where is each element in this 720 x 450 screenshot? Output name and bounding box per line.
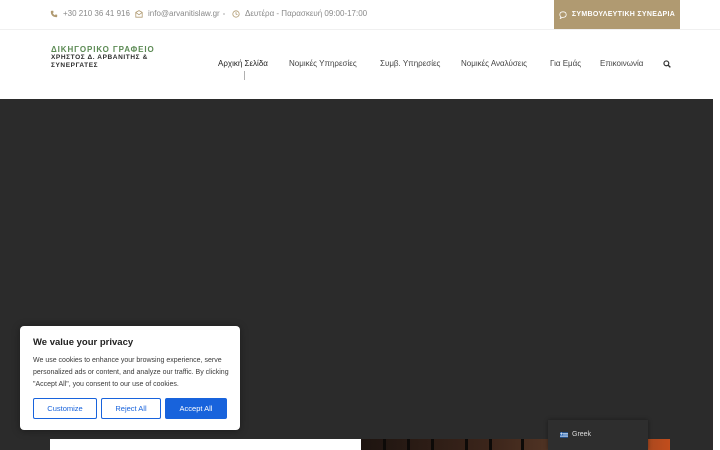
customize-button[interactable]: Customize <box>33 398 97 419</box>
top-info-bar: +30 210 36 41 916 info@arvanitislaw.gr Δ… <box>0 0 720 29</box>
office-hours: Δευτέρα - Παρασκευή 09:00-17:00 <box>232 9 367 18</box>
nav-consulting-services[interactable]: Συμβ. Υπηρεσίες <box>380 59 440 68</box>
chat-bubble-icon <box>559 10 567 19</box>
consultation-button-label: ΣΥΜΒΟΥΛΕΥΤΙΚΗ ΣΥΝΕΔΡΙΑ <box>571 11 676 18</box>
logo-title: ΔΙΚΗΓΟΡΙΚΟ ΓΡΑΦΕΙΟ <box>51 45 155 54</box>
nav-legal-services[interactable]: Νομικές Υπηρεσίες <box>289 59 357 68</box>
email-address: info@arvanitislaw.gr <box>148 9 220 18</box>
content-card <box>50 439 361 450</box>
reject-all-button[interactable]: Reject All <box>101 398 161 419</box>
clock-icon <box>232 9 240 18</box>
site-logo[interactable]: ΔΙΚΗΓΟΡΙΚΟ ΓΡΑΦΕΙΟ ΧΡΗΣΤΟΣ Δ. ΑΡΒΑΝΙΤΗΣ … <box>51 45 161 70</box>
logo-subtitle: ΧΡΗΣΤΟΣ Δ. ΑΡΒΑΝΙΤΗΣ & ΣΥΝΕΡΓΑΤΕΣ <box>51 54 148 69</box>
search-icon[interactable] <box>663 60 671 68</box>
greek-flag-icon <box>560 432 568 438</box>
main-header: ΔΙΚΗΓΟΡΙΚΟ ΓΡΑΦΕΙΟ ΧΡΗΣΤΟΣ Δ. ΑΡΒΑΝΙΤΗΣ … <box>0 29 720 99</box>
cookie-banner-text: We use cookies to enhance your browsing … <box>33 357 229 388</box>
cookie-banner-title: We value your privacy <box>33 337 134 348</box>
accept-all-button[interactable]: Accept All <box>165 398 227 419</box>
phone-contact[interactable]: +30 210 36 41 916 <box>50 9 130 18</box>
email-contact[interactable]: info@arvanitislaw.gr <box>135 9 220 18</box>
separator-dot <box>223 13 225 15</box>
mail-icon <box>135 9 143 18</box>
page-scrollbar[interactable] <box>713 99 720 450</box>
nav-legal-analyses[interactable]: Νομικές Αναλύσεις <box>461 59 527 68</box>
phone-icon <box>50 10 58 17</box>
office-hours-text: Δευτέρα - Παρασκευή 09:00-17:00 <box>245 9 368 18</box>
nav-contact[interactable]: Επικοινωνία <box>600 59 643 68</box>
active-nav-indicator <box>244 71 245 80</box>
language-label: Greek <box>572 431 592 438</box>
phone-number: +30 210 36 41 916 <box>63 9 130 18</box>
separator-dot <box>126 13 128 15</box>
cookie-consent-banner: We value your privacy We use cookies to … <box>20 326 240 430</box>
language-switcher[interactable]: Greek <box>548 420 648 450</box>
consultation-button[interactable]: ΣΥΜΒΟΥΛΕΥΤΙΚΗ ΣΥΝΕΔΡΙΑ <box>554 0 680 29</box>
nav-about[interactable]: Για Εμάς <box>550 59 581 68</box>
nav-home[interactable]: Αρχική Σελίδα <box>218 59 268 68</box>
